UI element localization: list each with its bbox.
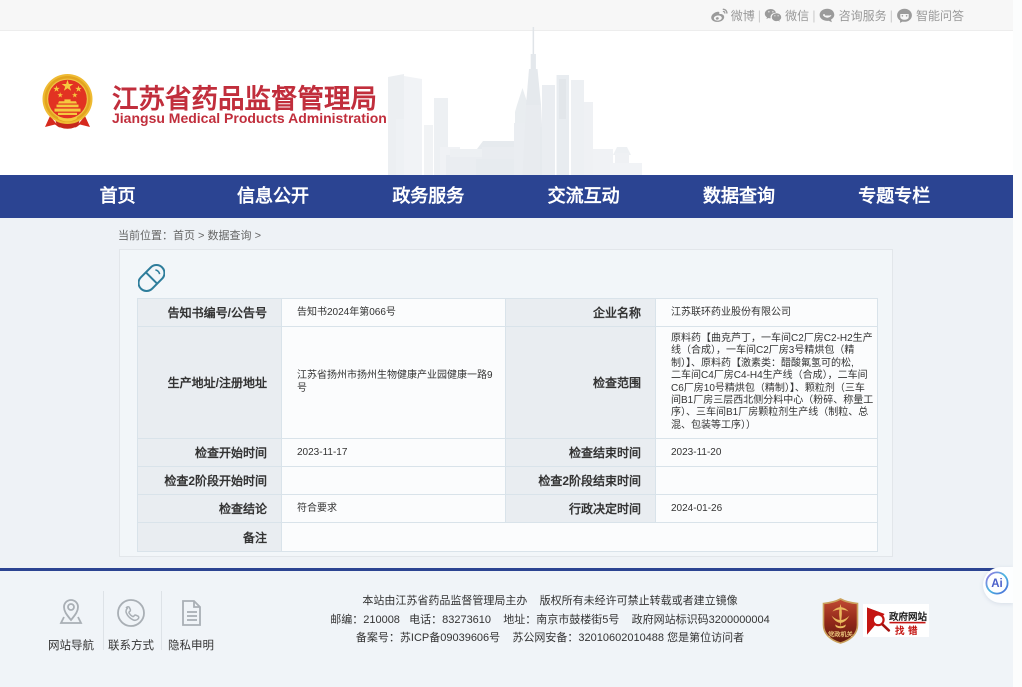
svg-text:党政机关: 党政机关 bbox=[828, 631, 854, 639]
svg-text:政府网站: 政府网站 bbox=[889, 611, 928, 623]
svg-text:找错: 找错 bbox=[895, 625, 921, 637]
svg-text:Ai: Ai bbox=[991, 578, 1003, 590]
